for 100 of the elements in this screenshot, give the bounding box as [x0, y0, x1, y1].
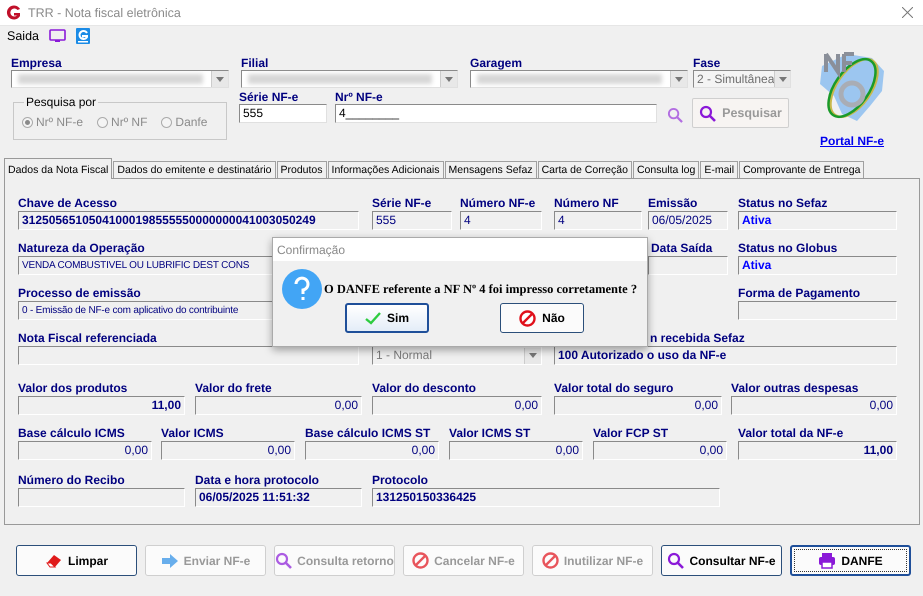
dropdown-arrow-icon	[675, 76, 683, 82]
field-value: 0,00	[18, 441, 152, 460]
field-label: Emissão	[648, 195, 698, 211]
search-icon	[699, 104, 716, 122]
action-button[interactable]: DANFE	[790, 545, 911, 576]
window-title: TRR - Nota fiscal eletrônica	[28, 6, 181, 20]
question-icon	[282, 269, 322, 309]
dropdown[interactable]	[470, 70, 688, 88]
action-button[interactable]: Limpar	[16, 545, 137, 576]
field-label: Natureza da Operação	[18, 240, 145, 256]
field-label: Garagem	[470, 56, 524, 70]
tab[interactable]: Mensagens Sefaz	[444, 161, 537, 178]
field-value: 100 Autorizado o uso da NF-e	[554, 346, 897, 365]
forbidden-icon	[412, 552, 430, 569]
field-value: 0,00	[372, 396, 542, 415]
tab[interactable]: Consulta log	[632, 161, 700, 178]
field-label: Número NF-e	[460, 195, 536, 211]
portal-link[interactable]: Portal NF-e	[820, 134, 884, 148]
field-value: 131250150336425	[372, 488, 720, 507]
field-label: Protocolo	[372, 472, 428, 488]
field-label: Valor total do seguro	[554, 380, 674, 396]
dialog-title: Confirmação	[277, 242, 346, 256]
field-label: Valor total da NF-e	[738, 425, 844, 441]
field-value: Ativa	[738, 256, 897, 275]
tab[interactable]: Carta de Correção	[538, 161, 632, 178]
tab[interactable]: Dados da Nota Fiscal	[4, 158, 112, 179]
field-label: Valor do frete	[195, 380, 272, 396]
field-value: 0,00	[593, 441, 727, 460]
app-logo-icon	[6, 4, 22, 20]
field-value: Ativa	[738, 211, 897, 230]
field-label: Nota Fiscal referenciada	[18, 330, 157, 346]
menu-item[interactable]: Saida	[7, 29, 39, 43]
forbidden-icon	[519, 310, 536, 326]
field-label: Valor ICMS ST	[449, 425, 530, 441]
field-value: 11,00	[18, 396, 185, 415]
dropdown-arrow-icon	[216, 76, 224, 82]
dropdown[interactable]	[241, 70, 458, 88]
field-value: 0,00	[731, 396, 897, 415]
tab[interactable]: Dados do emitente e destinatário	[113, 161, 276, 178]
tab[interactable]: E-mail	[700, 161, 738, 178]
dialog-button[interactable]: Sim	[345, 303, 429, 333]
check-icon	[364, 312, 381, 324]
arrow-right-icon	[160, 552, 179, 568]
field-label: Status no Globus	[738, 240, 838, 256]
field-label: Forma de Pagamento	[738, 285, 860, 301]
field-value: 0,00	[195, 396, 362, 415]
field-value: 555	[372, 211, 452, 230]
field-value: 11,00	[738, 441, 897, 460]
field-label: Chave de Acesso	[18, 195, 117, 211]
field-label: Status no Sefaz	[738, 195, 828, 211]
tab[interactable]: Informações Adicionais	[328, 161, 444, 178]
field-label: Valor FCP ST	[593, 425, 668, 441]
field-value: 4	[460, 211, 542, 230]
input-field[interactable]: 4________	[335, 104, 657, 123]
input-field[interactable]: 555	[239, 104, 327, 123]
field-label: Filial	[241, 56, 270, 70]
field-label: Nrº NF-e	[335, 90, 384, 104]
group-title: Pesquisa por	[24, 95, 98, 109]
monitor-icon[interactable]	[48, 29, 66, 43]
field-value: 06/05/2025 11:51:32	[195, 488, 362, 507]
search-icon[interactable]	[667, 107, 683, 123]
forbidden-icon	[542, 552, 559, 569]
field-label: n recebida Sefaz	[649, 330, 745, 346]
field-label: Valor ICMS	[161, 425, 224, 441]
action-button[interactable]: Consultar NF-e	[661, 545, 782, 576]
field-value: 06/05/2025	[648, 211, 728, 230]
field-value: 0,00	[305, 441, 439, 460]
field-label: Processo de emissão	[18, 285, 141, 301]
dropdown-arrow-icon	[778, 76, 787, 82]
search-icon	[667, 552, 684, 569]
dropdown-arrow-icon	[529, 353, 537, 358]
printer-icon	[818, 552, 836, 569]
field-label: Série NF-e	[239, 90, 300, 104]
field-label: Base cálculo ICMS ST	[305, 425, 430, 441]
field-value: 0,00	[161, 441, 295, 460]
field-label: Número do Recibo	[18, 472, 125, 488]
field-label: Empresa	[11, 56, 63, 70]
field-value: 0,00	[449, 441, 583, 460]
type-dropdown[interactable]: 1 - Normal	[372, 346, 542, 365]
tab[interactable]: Comprovante de Entrega	[739, 161, 864, 178]
field-value: 0,00	[554, 396, 722, 415]
close-icon[interactable]	[902, 7, 913, 18]
field-label: Data e hora protocolo	[195, 472, 320, 488]
tab[interactable]: Produtos	[276, 161, 327, 178]
field-label: Série NF-e	[372, 195, 432, 211]
eraser-icon	[44, 552, 63, 568]
search-icon	[275, 552, 292, 569]
field-label: Data Saída	[650, 240, 712, 256]
dialog-message: O DANFE referente a NF Nº 4 foi impresso corretamente ?	[324, 282, 638, 296]
field-value: 4	[554, 211, 642, 230]
dialog-button[interactable]: Não	[500, 303, 584, 333]
field-label: Fase	[693, 56, 722, 70]
app-badge-icon[interactable]	[76, 28, 90, 44]
field-label: Valor dos produtos	[18, 380, 128, 396]
dropdown-arrow-icon	[445, 76, 453, 82]
field-label: Valor do desconto	[372, 380, 476, 396]
field-value: 31250565105041000198555550000000041003050249	[18, 211, 359, 230]
field-label: Número NF	[554, 195, 619, 211]
dropdown[interactable]	[11, 70, 229, 88]
field-label: Valor outras despesas	[731, 380, 858, 396]
